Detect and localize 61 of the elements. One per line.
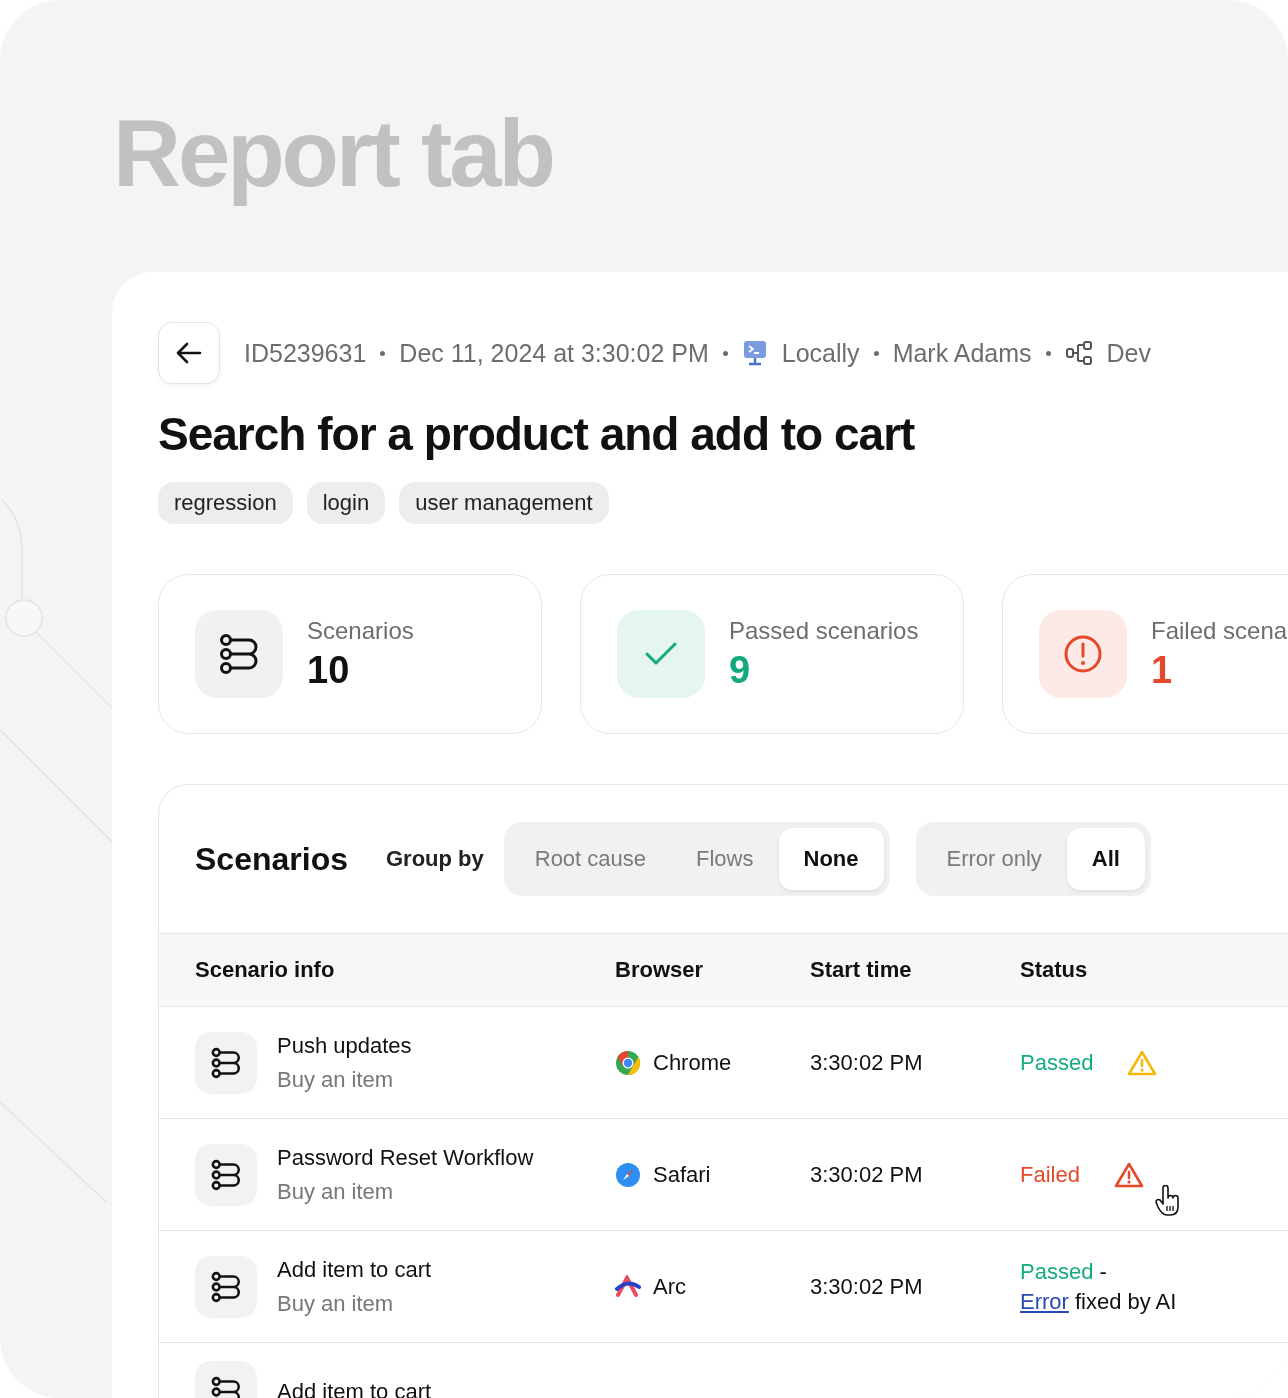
run-environment: Locally <box>781 338 860 368</box>
stat-value: 1 <box>1151 649 1174 691</box>
warning-icon[interactable] <box>1113 1160 1144 1189</box>
separator-dot <box>722 350 728 356</box>
flow-name: Buy an item <box>277 1290 395 1317</box>
start-time: 3:30:02 PM <box>810 1049 923 1076</box>
list-icon <box>219 632 259 676</box>
group-option[interactable]: Flows <box>671 828 779 890</box>
back-button[interactable] <box>158 322 220 384</box>
scenario-icon <box>195 1255 257 1318</box>
column-header: Browser <box>615 957 705 983</box>
status-text: Passed <box>1020 1049 1094 1076</box>
separator-dot <box>873 350 879 356</box>
section-title: Scenarios <box>195 840 348 878</box>
group-option[interactable]: Root cause <box>509 828 672 890</box>
run-date: Dec 11, 2024 at 3:30:02 PM <box>399 338 709 368</box>
browser-name: Arc <box>653 1273 686 1300</box>
start-time: 3:30:02 PM <box>810 1273 923 1300</box>
column-header: Scenario info <box>194 957 336 983</box>
arc-icon <box>615 1274 641 1299</box>
tag: login <box>306 482 386 524</box>
group-by-label: Group by <box>385 846 484 872</box>
compass-icon <box>615 1161 641 1188</box>
status-text: Passed <box>1020 1258 1094 1285</box>
run-user: Mark Adams <box>892 338 1032 368</box>
separator-dot <box>380 350 386 356</box>
status-note: fixed by AI <box>1074 1288 1177 1315</box>
scenario-icon <box>195 1031 257 1094</box>
scenario-icon <box>195 1143 257 1206</box>
tag: regression <box>158 482 293 524</box>
stat-label: Failed scena <box>1151 617 1288 645</box>
tag: user management <box>399 482 609 524</box>
separator-dot <box>1045 350 1051 356</box>
branch-icon <box>1064 340 1093 366</box>
column-header: Start time <box>810 957 913 983</box>
stat-label: Scenarios <box>307 617 414 645</box>
run-branch: Dev <box>1106 338 1152 368</box>
scenario-name: Push updates <box>277 1032 412 1059</box>
monitor-icon <box>741 339 768 367</box>
error-icon <box>1063 634 1103 674</box>
stat-value: 10 <box>307 649 351 691</box>
filter-option[interactable]: All <box>1066 828 1145 890</box>
start-time: 3:30:02 PM <box>810 1161 923 1188</box>
column-header: Status <box>1020 957 1089 983</box>
stat-label: Passed scenarios <box>729 617 919 645</box>
status-text: Failed <box>1020 1161 1080 1188</box>
browser-name: Chrome <box>653 1049 732 1076</box>
run-id: ID5239631 <box>244 338 367 368</box>
error-link[interactable]: Error <box>1020 1288 1069 1315</box>
stat-value: 9 <box>729 649 752 691</box>
scenario-title: Search for a product and add to cart <box>158 407 916 462</box>
chrome-icon <box>615 1049 641 1076</box>
scenario-name: Password Reset Workflow <box>277 1144 534 1171</box>
flow-name: Buy an item <box>277 1178 395 1205</box>
status-dash: - <box>1099 1258 1107 1285</box>
filter-option[interactable]: Error only <box>921 828 1067 890</box>
group-option[interactable]: None <box>778 828 884 890</box>
check-icon <box>644 641 678 667</box>
browser-name: Safari <box>653 1161 711 1188</box>
flow-name: Buy an item <box>277 1066 395 1093</box>
scenario-name: Add item to cart <box>277 1256 432 1283</box>
